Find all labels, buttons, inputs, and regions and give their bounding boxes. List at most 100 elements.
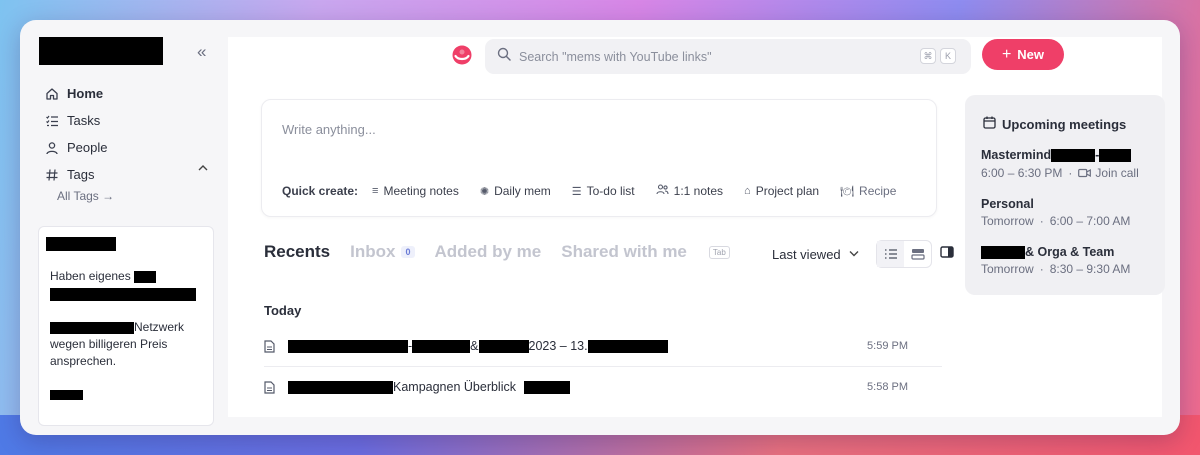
note-line: ansprechen. (50, 354, 117, 368)
sidebar-item-tags[interactable]: Tags (44, 161, 107, 188)
shortcut-k-key: K (940, 48, 956, 64)
note-line: wegen billigeren Preis (50, 337, 168, 351)
all-tags-link[interactable]: All Tags → (57, 189, 114, 203)
sort-label: Last viewed (772, 247, 841, 262)
recent-item-row[interactable]: - & 2023 – 13. 5:59 PM (264, 326, 944, 366)
home-icon (44, 86, 60, 102)
row-timestamp: 5:58 PM (867, 381, 908, 393)
row-title-part: Kampagnen Überblick (393, 380, 516, 394)
note-line: Netzwerk (134, 320, 185, 334)
sort-dropdown[interactable]: Last viewed (772, 247, 859, 262)
search-icon (497, 47, 511, 66)
redacted-text (1051, 148, 1096, 162)
quick-project-plan[interactable]: ⌂ Project plan (744, 184, 819, 198)
document-icon (264, 339, 278, 353)
workspace-name-redacted (39, 37, 163, 65)
redacted-text (412, 339, 471, 353)
row-title-part: & (470, 339, 479, 353)
new-button[interactable]: + New (982, 39, 1064, 70)
quick-recipe[interactable]: 🍽︎ Recipe (840, 184, 896, 198)
brand-logo-icon[interactable] (452, 45, 472, 65)
meeting-day: Tomorrow (981, 262, 1034, 276)
quick-item-label: 1:1 notes (673, 184, 724, 198)
sidebar-item-tasks[interactable]: Tasks (44, 107, 107, 134)
redacted-text (50, 321, 134, 334)
person-icon (44, 140, 60, 156)
meeting-title[interactable]: & Orga & Team (981, 245, 1114, 259)
sidebar-item-label: Tags (67, 167, 95, 182)
meetings-heading: Upcoming meetings (983, 116, 1126, 132)
redacted-text (288, 380, 393, 394)
document-icon (264, 380, 278, 394)
side-panel-icon[interactable] (940, 245, 954, 263)
video-camera-icon (1078, 168, 1092, 178)
tab-shared-with-me[interactable]: Shared with me (561, 242, 687, 262)
tab-inbox[interactable]: Inbox 0 (350, 242, 415, 262)
meeting-title[interactable]: Personal (981, 197, 1034, 211)
quick-item-label: Meeting notes (383, 184, 459, 198)
inbox-count-badge: 0 (401, 246, 415, 258)
quick-item-label: Project plan (755, 184, 820, 198)
row-title-part: 2023 – 13. (528, 339, 588, 353)
quick-item-label: Daily mem (494, 184, 551, 198)
quick-daily-mem[interactable]: ✺ Daily mem (480, 184, 551, 198)
tab-inbox-label: Inbox (350, 242, 396, 261)
meeting-subtitle: Tomorrow · 8:30 – 9:30 AM (981, 262, 1131, 276)
shortcut-cmd-key: ⌘ (920, 48, 936, 64)
hash-icon (44, 167, 60, 183)
quick-meeting-notes[interactable]: ≡ Meeting notes (372, 184, 459, 198)
checklist-icon: ☰ (571, 185, 582, 198)
redacted-text (587, 339, 668, 353)
utensils-icon: 🍽︎ (840, 185, 855, 198)
group-heading-today: Today (264, 303, 302, 318)
redacted-text (478, 339, 529, 353)
app-window: « Home Tasks People Tags All Tags → Habe… (20, 20, 1180, 435)
tab-added-by-me[interactable]: Added by me (435, 242, 542, 262)
plus-icon: + (1001, 45, 1012, 63)
redacted-title (46, 237, 116, 251)
text-lines-icon: ≡ (372, 185, 379, 197)
composer-placeholder: Write anything... (282, 122, 376, 137)
quick-create-label: Quick create: (282, 184, 359, 198)
quick-todo-list[interactable]: ☰ To-do list (572, 184, 635, 198)
note-preview-card[interactable]: Haben eigenes Netzwerk wegen billigeren … (38, 226, 214, 426)
meeting-title-text: Mastermind (981, 148, 1052, 162)
sidebar-item-label: People (67, 140, 108, 155)
meeting-title[interactable]: Mastermind - (981, 148, 1132, 162)
upcoming-meetings-panel: Upcoming meetings Mastermind - 6:00 – 6:… (965, 95, 1165, 295)
tab-recents[interactable]: Recents (264, 242, 330, 262)
meeting-title-text: & Orga & Team (1025, 245, 1115, 259)
join-call-link[interactable]: Join call (1078, 166, 1139, 180)
sidebar-item-people[interactable]: People (44, 134, 107, 161)
meeting-day: Tomorrow (981, 214, 1034, 228)
rocket-icon: ⌂ (744, 185, 751, 197)
redacted-text (981, 245, 1025, 259)
quick-item-label: To-do list (586, 184, 635, 198)
people-icon (656, 184, 669, 198)
card-view-icon[interactable] (904, 241, 931, 267)
meeting-subtitle: Tomorrow · 6:00 – 7:00 AM (981, 214, 1131, 228)
redacted-text (134, 270, 157, 283)
quick-item-label: Recipe (859, 184, 897, 198)
quick-one-on-one-notes[interactable]: 1:1 notes (656, 184, 723, 198)
sidebar-item-home[interactable]: Home (44, 80, 107, 107)
composer[interactable]: Write anything... Quick create: ≡ Meetin… (261, 99, 937, 217)
redacted-text (1099, 148, 1132, 162)
collapse-sidebar-icon[interactable]: « (197, 42, 206, 62)
calendar-icon (983, 116, 996, 132)
search-bar[interactable]: Search "mems with YouTube links" ⌘ K (485, 39, 971, 74)
note-line: Haben eigenes (50, 269, 131, 283)
list-view-icon[interactable] (877, 241, 904, 267)
new-button-label: New (1017, 47, 1045, 62)
recents-tabs: Recents Inbox 0 Added by me Shared with … (264, 242, 730, 262)
view-toggle (876, 240, 932, 268)
redacted-text (50, 288, 196, 301)
recent-item-row[interactable]: Kampagnen Überblick 5:58 PM (264, 367, 944, 407)
redacted-text (50, 390, 83, 400)
chevron-up-icon[interactable] (198, 163, 208, 175)
tab-key-hint: Tab (708, 245, 730, 259)
sidebar-nav: Home Tasks People Tags (44, 80, 107, 188)
redacted-text (288, 339, 408, 353)
sidebar-item-label: Home (67, 86, 104, 101)
meeting-time: 8:30 – 9:30 AM (1049, 262, 1131, 276)
